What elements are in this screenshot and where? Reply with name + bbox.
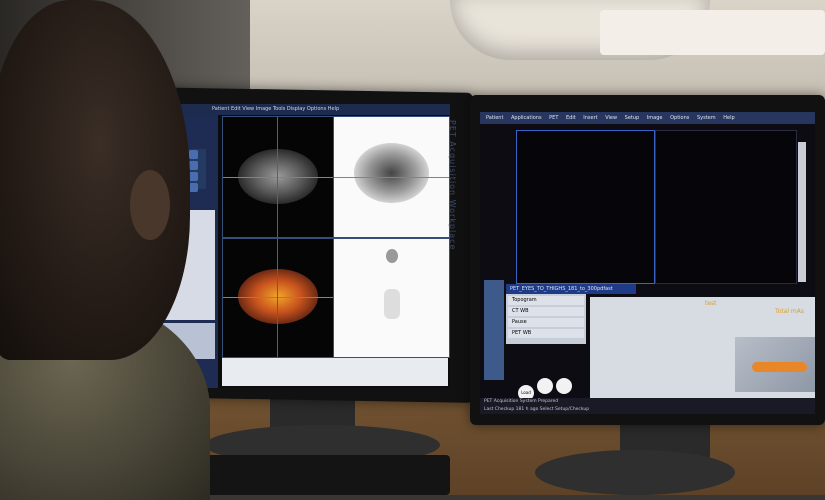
menu-system[interactable]: System	[697, 115, 716, 121]
menu-help[interactable]: Help	[723, 115, 734, 121]
crosshair-horizontal	[334, 177, 449, 178]
step-item[interactable]: PET WB	[508, 329, 584, 338]
exam-control-panel[interactable]	[484, 280, 504, 380]
status-line: Last Checkup 181 h ago Select Setup/Chec…	[484, 407, 590, 412]
menu-view[interactable]: View	[605, 115, 617, 121]
menu-options[interactable]: Options	[670, 115, 689, 121]
menu-patient[interactable]: Patient	[486, 115, 503, 121]
scanner-patient-table	[600, 10, 825, 55]
person-ear	[130, 170, 170, 240]
fused-axial-viewport[interactable]	[222, 238, 334, 358]
menu-pet[interactable]: PET	[549, 115, 558, 121]
pet-axial-viewport[interactable]	[333, 116, 450, 238]
menu-image[interactable]: Image	[647, 115, 663, 121]
keyboard	[170, 455, 450, 495]
step-item[interactable]: Topogram	[508, 296, 584, 305]
menu-setup[interactable]: Setup	[625, 115, 640, 121]
mip-torso	[384, 289, 400, 319]
test-label: test	[705, 300, 717, 307]
total-mas-label: Total mAs	[775, 308, 804, 315]
status-line: PET Acquisition System Prepared	[484, 399, 559, 404]
crosshair-vertical	[277, 117, 278, 237]
patient-position-figure	[752, 362, 807, 372]
ct-axial-viewport[interactable]	[222, 116, 334, 238]
left-monitor-screen: Patient Edit View Image Tools Display Op…	[160, 104, 450, 388]
viewport-scrollbar[interactable]	[798, 142, 806, 282]
scan-viewport-a[interactable]	[516, 130, 655, 284]
crosshair-vertical	[277, 239, 278, 357]
left-status-panel	[222, 358, 448, 386]
right-menu-bar[interactable]: Patient Applications PET Edit Insert Vie…	[480, 112, 815, 124]
pet-mip-viewport[interactable]	[333, 238, 450, 358]
protocol-name-bar[interactable]: PET_EYES_TO_THIGHS_181_to_300pdfast	[506, 284, 636, 294]
crosshair-horizontal	[223, 177, 333, 178]
crosshair-horizontal	[223, 297, 333, 298]
workplace-vertical-label: PET Acquisition Workplace	[448, 120, 457, 251]
round-button-2[interactable]	[537, 378, 553, 394]
right-status-bar: PET Acquisition System Prepared Last Che…	[480, 398, 815, 414]
step-item[interactable]: CT WB	[508, 307, 584, 316]
scan-viewport-b[interactable]	[655, 130, 797, 284]
pet-axial-image	[354, 143, 429, 203]
menu-edit[interactable]: Edit	[566, 115, 576, 121]
menu-insert[interactable]: Insert	[583, 115, 597, 121]
right-monitor-screen: Patient Applications PET Edit Insert Vie…	[480, 112, 815, 414]
left-menu-bar[interactable]: Patient Edit View Image Tools Display Op…	[160, 104, 450, 115]
mip-head	[386, 249, 398, 263]
round-button-3[interactable]	[556, 378, 572, 394]
right-monitor-base	[535, 450, 735, 495]
step-item[interactable]: Pause	[508, 318, 584, 327]
scan-step-list[interactable]: Topogram CT WB Pause PET WB	[506, 294, 586, 344]
menu-applications[interactable]: Applications	[511, 115, 542, 121]
